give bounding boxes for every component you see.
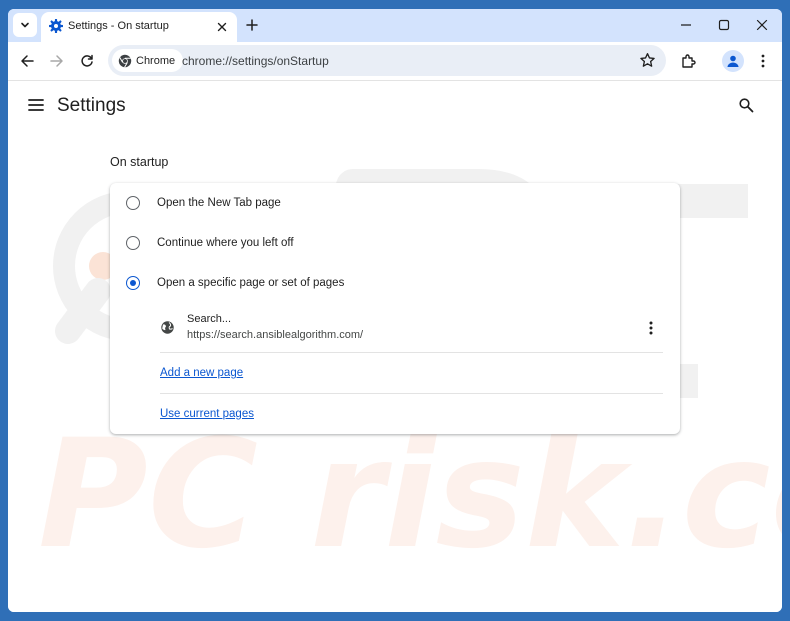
close-icon[interactable] [215, 20, 229, 34]
back-button[interactable] [18, 52, 36, 70]
bookmark-star-icon[interactable] [639, 52, 656, 69]
minimize-button[interactable] [676, 15, 696, 35]
startup-page-entry: Search... https://search.ansiblealgorith… [160, 311, 663, 353]
chrome-menu-button[interactable] [754, 52, 772, 70]
startup-page-url: https://search.ansiblealgorithm.com/ [187, 329, 364, 341]
browser-window: Settings - On startup Chrome chrome://se… [8, 9, 782, 612]
more-vert-icon [761, 54, 765, 68]
tab-strip: Settings - On startup [8, 9, 782, 42]
radio-label: Continue where you left off [157, 237, 294, 249]
new-tab-plus-icon[interactable] [244, 17, 260, 33]
minimize-icon [681, 24, 691, 26]
chip-label: Chrome [136, 54, 176, 67]
puzzle-piece-icon [682, 54, 696, 68]
tab-title: Settings - On startup [68, 20, 169, 32]
settings-page: PC risk.com Settings On startup Open the… [8, 80, 782, 612]
arrow-back-icon [21, 55, 34, 67]
page-title: Settings [57, 95, 126, 116]
maximize-button[interactable] [714, 15, 734, 35]
startup-option-specific-pages[interactable]: Open a specific page or set of pages [110, 263, 680, 303]
maximize-icon [718, 19, 730, 31]
close-icon [756, 19, 768, 31]
radio-button[interactable] [126, 196, 140, 210]
tab-settings[interactable]: Settings - On startup [41, 12, 237, 42]
add-new-page-link[interactable]: Add a new page [160, 367, 243, 379]
radio-button-selected[interactable] [126, 276, 140, 290]
url-text[interactable]: chrome://settings/onStartup [182, 54, 329, 68]
startup-page-name: Search... [187, 313, 232, 325]
site-info-chip[interactable]: Chrome [112, 49, 184, 72]
radio-label: Open the New Tab page [157, 197, 281, 209]
globe-icon [161, 321, 174, 334]
radio-label: Open a specific page or set of pages [157, 277, 345, 289]
chevron-down-icon [21, 22, 29, 28]
more-actions-icon[interactable] [647, 320, 655, 336]
search-icon[interactable] [738, 97, 754, 113]
tab-search-button[interactable] [13, 13, 37, 37]
avatar-icon [727, 55, 739, 67]
reload-icon [81, 54, 93, 67]
chrome-logo-icon [118, 54, 132, 67]
radio-button[interactable] [126, 236, 140, 250]
divider [160, 393, 663, 394]
startup-options-card: Open the New Tab page Continue where you… [110, 183, 680, 434]
extensions-button[interactable] [679, 52, 697, 70]
section-title: On startup [110, 155, 169, 169]
reload-button[interactable] [78, 52, 96, 70]
arrow-forward-icon [50, 55, 63, 67]
divider [160, 352, 663, 353]
use-current-pages-link[interactable]: Use current pages [160, 408, 254, 420]
settings-gear-icon [49, 19, 63, 33]
window-close-button[interactable] [752, 15, 772, 35]
toolbar: Chrome chrome://settings/onStartup [8, 42, 782, 80]
watermark-text: PC risk.com [38, 408, 782, 582]
startup-option-new-tab[interactable]: Open the New Tab page [110, 183, 680, 223]
profile-button[interactable] [722, 50, 744, 72]
forward-button[interactable] [48, 52, 66, 70]
omnibox[interactable]: Chrome chrome://settings/onStartup [108, 45, 666, 76]
startup-option-continue[interactable]: Continue where you left off [110, 223, 680, 263]
hamburger-menu-icon[interactable] [28, 98, 44, 112]
